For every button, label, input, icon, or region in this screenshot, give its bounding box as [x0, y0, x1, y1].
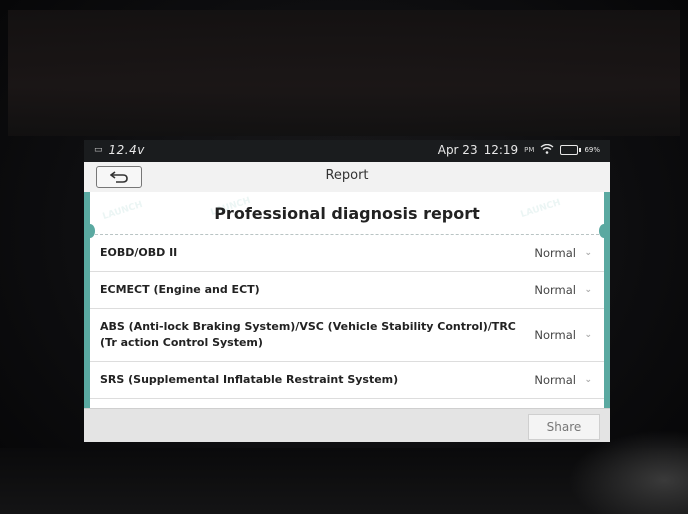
page-title: Report: [325, 168, 369, 183]
chevron-down-icon[interactable]: ⌄: [584, 330, 592, 340]
chevron-down-icon[interactable]: ⌄: [584, 285, 592, 295]
report-row[interactable]: EOBD/OBD II Normal ⌄: [90, 235, 604, 272]
battery-icon: [560, 145, 582, 155]
system-label: SRS (Supplemental Inflatable Restraint S…: [100, 373, 399, 386]
report-heading: Professional diagnosis report: [90, 192, 604, 235]
report-content: LAUNCH LAUNCH LAUNCH Professional diagno…: [84, 192, 610, 408]
battery-percent: 69%: [584, 146, 600, 154]
system-label: ABS (Anti-lock Braking System)/VSC (Vehi…: [100, 320, 516, 349]
system-status: Normal: [534, 373, 576, 387]
status-right: Apr 23 12:19 PM 69%: [438, 143, 600, 157]
screen-glare: [568, 430, 688, 514]
ticket-notch-right: [599, 224, 609, 238]
status-ampm: PM: [524, 146, 535, 154]
report-row[interactable]: ABS (Anti-lock Braking System)/VSC (Vehi…: [90, 309, 604, 362]
device-screen: ▭ 12.4v Apr 23 12:19 PM 69% Report LAUNC…: [84, 140, 610, 442]
status-date: Apr 23: [437, 143, 478, 157]
wifi-icon: [540, 143, 554, 157]
chevron-down-icon[interactable]: ⌄: [584, 375, 592, 385]
title-bar: Report: [84, 162, 610, 193]
system-status: Normal: [534, 328, 576, 342]
report-heading-text: Professional diagnosis report: [214, 203, 480, 223]
share-button[interactable]: Share: [528, 414, 600, 440]
ticket-notch-left: [85, 224, 95, 238]
system-label: ECMECT (Engine and ECT): [100, 283, 260, 296]
bezel-top-area: [8, 10, 680, 136]
system-label: EOBD/OBD II: [100, 246, 178, 259]
report-row[interactable]: SRS (Supplemental Inflatable Restraint S…: [90, 362, 604, 399]
system-status: Normal: [534, 283, 576, 297]
status-bar: ▭ 12.4v Apr 23 12:19 PM 69%: [84, 140, 610, 162]
battery-voltage-icon: ▭: [94, 145, 103, 155]
chevron-down-icon[interactable]: ⌄: [584, 248, 592, 258]
status-time: 12:19: [483, 143, 519, 157]
report-row[interactable]: ECMECT (Engine and ECT) Normal ⌄: [90, 272, 604, 309]
status-left: ▭ 12.4v: [94, 143, 145, 157]
system-status: Normal: [534, 246, 576, 260]
voltage-readout: 12.4v: [108, 143, 145, 157]
bottom-bar: Share: [84, 408, 610, 442]
report-card: LAUNCH LAUNCH LAUNCH Professional diagno…: [90, 192, 604, 408]
